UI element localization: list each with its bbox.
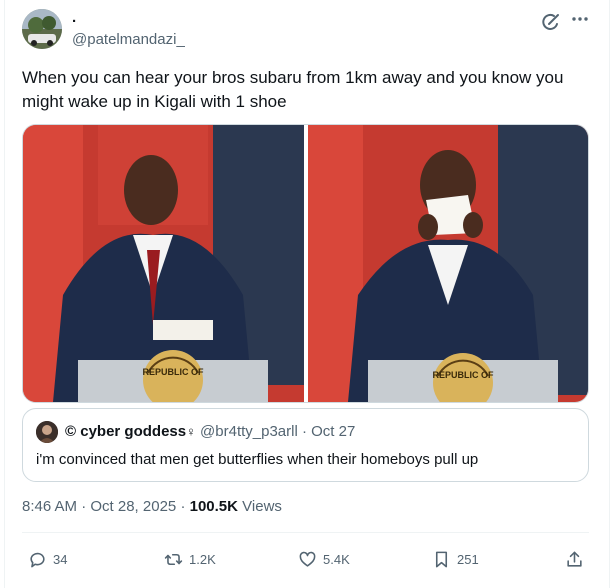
seal-text-left: REPUBLIC OF (142, 367, 204, 377)
user-handle[interactable]: @patelmandazi_ (72, 31, 185, 48)
photo-right[interactable]: REPUBLIC OF (307, 125, 588, 402)
repost-button[interactable]: 1.2K (164, 548, 216, 570)
quote-name: © cyber goddess♀ (65, 423, 200, 440)
quote-handle-date: @br4tty_p3arll · Oct 27 (200, 423, 356, 440)
repost-icon (164, 553, 183, 565)
tweet-media[interactable]: REPUBLIC OF REPUBLIC OF (22, 124, 589, 403)
female-sign-icon: ♀ (186, 424, 196, 439)
bookmark-count: 251 (457, 551, 479, 567)
grok-icon[interactable] (541, 12, 561, 32)
bookmark-button[interactable]: 251 (432, 548, 479, 570)
timestamp[interactable]: 8:46 AM · Oct 28, 2025 (22, 498, 176, 515)
like-count: 5.4K (323, 551, 350, 567)
views-count: 100.5K (189, 498, 238, 515)
reply-icon (30, 552, 45, 567)
reply-count: 34 (53, 551, 68, 567)
bookmark-icon (435, 551, 448, 567)
divider (22, 532, 589, 533)
tweet-meta: 8:46 AM · Oct 28, 2025 · 100.5K Views (22, 498, 282, 515)
like-icon (299, 551, 316, 567)
views-label: Views (242, 498, 282, 515)
share-icon (567, 551, 582, 567)
like-button[interactable]: 5.4K (298, 548, 350, 570)
quote-display-name: cyber goddess (80, 423, 187, 440)
quote-tweet[interactable]: © cyber goddess♀ @br4tty_p3arll · Oct 27… (22, 408, 589, 482)
quote-mark-icon: © (65, 423, 77, 440)
avatar[interactable] (22, 9, 62, 49)
quote-text: i'm convinced that men get butterflies w… (36, 451, 479, 468)
tweet-text: When you can hear your bros subaru from … (22, 68, 564, 111)
repost-count: 1.2K (189, 551, 216, 567)
more-icon[interactable] (570, 9, 590, 29)
quote-header: © cyber goddess♀ @br4tty_p3arll · Oct 27 (65, 423, 355, 440)
display-name[interactable]: . (72, 9, 76, 26)
quote-avatar[interactable] (36, 421, 58, 443)
seal-text-right: REPUBLIC OF (432, 370, 494, 380)
photo-left[interactable]: REPUBLIC OF (23, 125, 304, 402)
reply-button[interactable]: 34 (28, 548, 67, 570)
share-button[interactable] (565, 548, 584, 570)
